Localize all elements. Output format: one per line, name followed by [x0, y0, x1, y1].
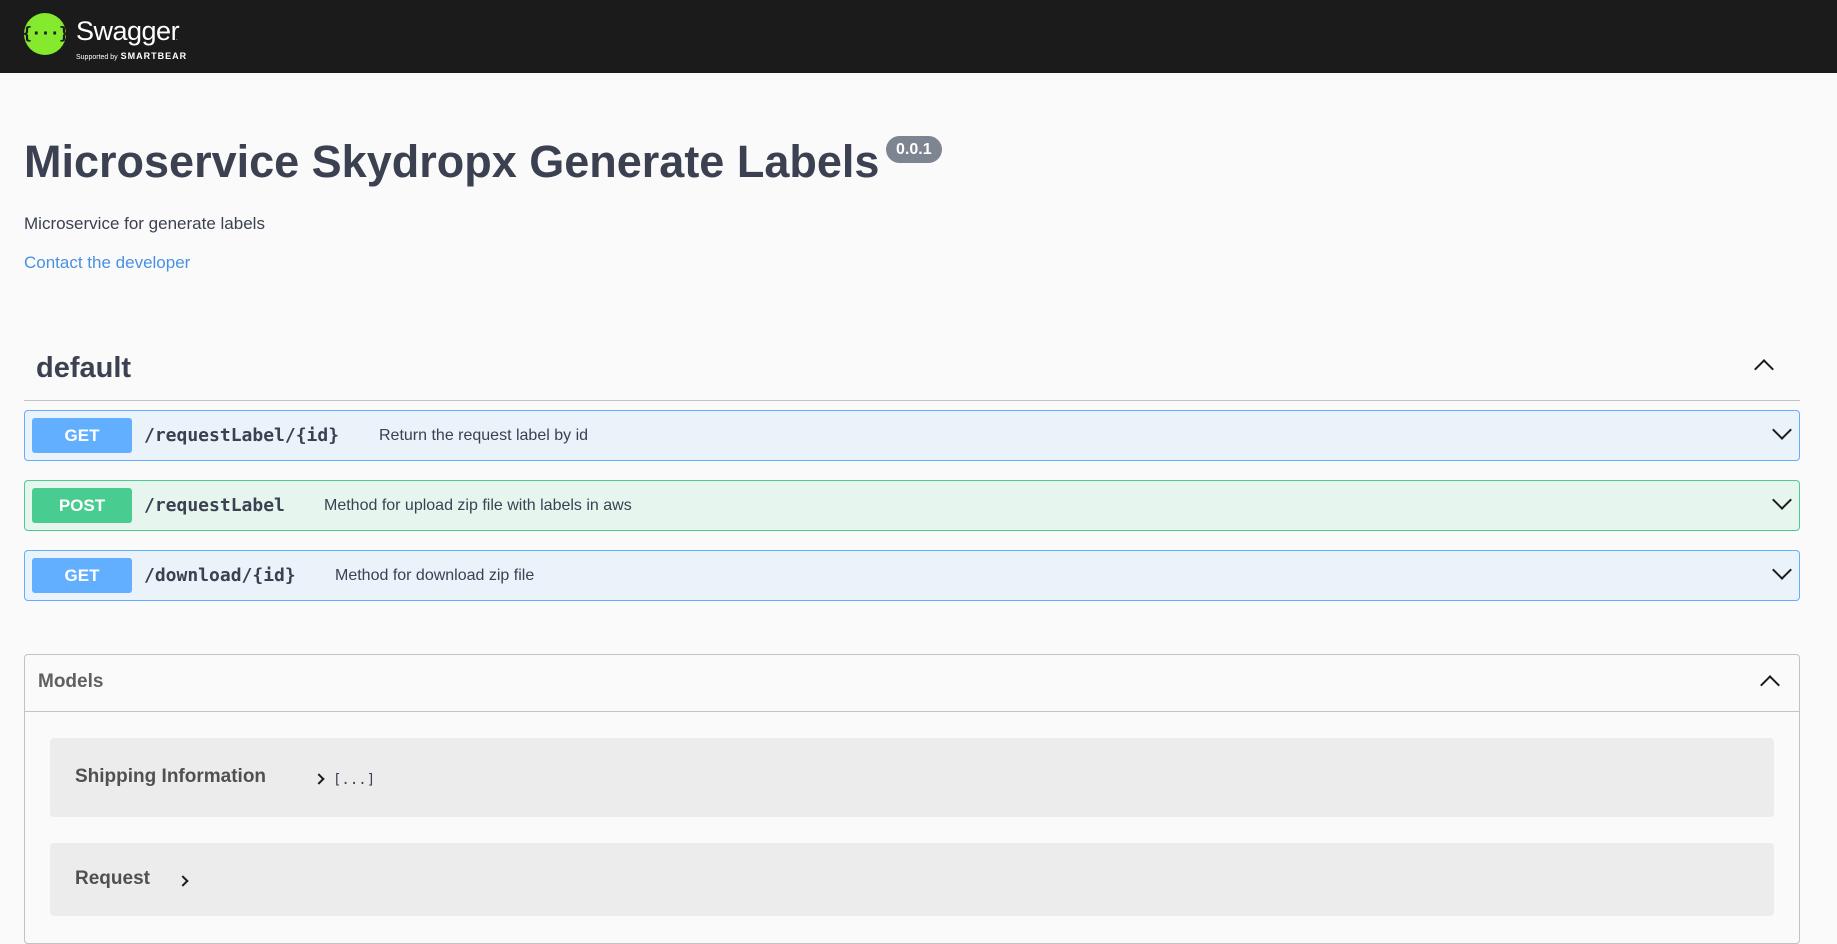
- operation-summary: Return the request label by id: [379, 427, 589, 444]
- model-shipping-information[interactable]: Shipping Information [...]: [50, 738, 1774, 817]
- operation-path: /download/{id}: [144, 565, 296, 586]
- model-name: Shipping Information: [75, 766, 267, 787]
- operation-summary: Method for download zip file: [335, 567, 535, 584]
- page-title: Microservice Skydropx Generate Labels: [24, 136, 880, 187]
- models-title: Models: [38, 671, 104, 692]
- operation-get-download[interactable]: GET /download/{id} Method for download z…: [24, 550, 1800, 601]
- chevron-down-icon[interactable]: [1772, 560, 1792, 580]
- swagger-logo-icon[interactable]: {···}: [22, 13, 69, 55]
- operation-get-request-label[interactable]: GET /requestLabel/{id} Return the reques…: [24, 410, 1800, 461]
- model-brace: [...]: [333, 772, 376, 788]
- tag-name: default: [36, 352, 132, 384]
- chevron-up-icon[interactable]: [1754, 359, 1774, 379]
- top-bar: {···} Swagger . Supported by SMARTBEAR: [0, 0, 1837, 73]
- operation-post-request-label[interactable]: POST /requestLabel Method for upload zip…: [24, 480, 1800, 531]
- contact-developer-link[interactable]: Contact the developer: [24, 253, 190, 273]
- operation-path: /requestLabel/{id}: [144, 425, 340, 446]
- method-badge: GET: [32, 418, 132, 453]
- smartbear-text: SMARTBEAR: [120, 51, 188, 61]
- chevron-right-icon[interactable]: [177, 875, 189, 887]
- models-header[interactable]: Models: [25, 655, 1799, 712]
- api-description: Microservice for generate labels: [24, 214, 265, 233]
- brand-name[interactable]: Swagger: [76, 16, 180, 47]
- brand-trademark: .: [176, 36, 178, 42]
- supported-by-text: Supported by: [76, 54, 118, 61]
- chevron-up-icon[interactable]: [1760, 675, 1780, 695]
- method-badge: POST: [32, 488, 132, 523]
- operation-summary: Method for upload zip file with labels i…: [324, 497, 632, 514]
- operation-path: /requestLabel: [144, 495, 285, 516]
- chevron-right-icon[interactable]: [313, 773, 325, 785]
- brand-subtitle: Supported by SMARTBEAR: [76, 51, 187, 61]
- chevron-down-icon[interactable]: [1772, 420, 1792, 440]
- model-name: Request: [75, 868, 150, 889]
- tag-section-header[interactable]: default: [24, 340, 1800, 401]
- chevron-down-icon[interactable]: [1772, 490, 1792, 510]
- method-badge: GET: [32, 558, 132, 593]
- models-section: Models Shipping Information [...] Reques…: [24, 654, 1800, 944]
- model-request[interactable]: Request: [50, 843, 1774, 916]
- version-badge: 0.0.1: [886, 136, 942, 163]
